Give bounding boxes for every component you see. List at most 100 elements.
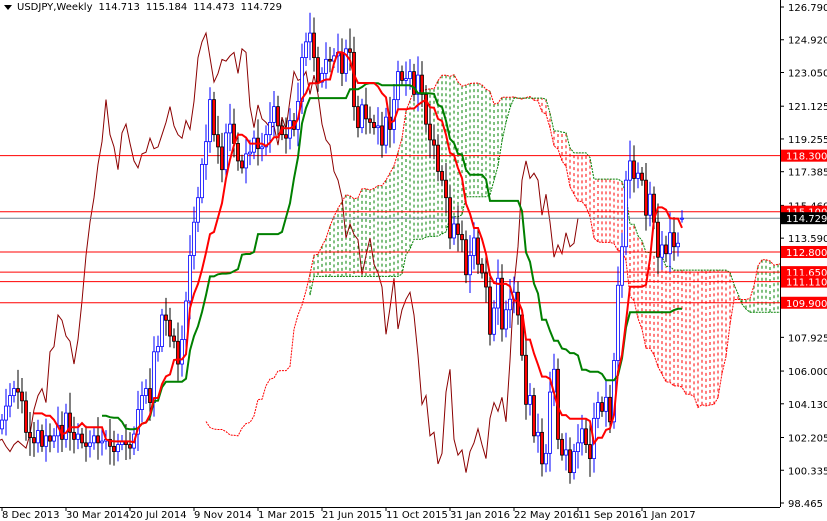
bull-candle xyxy=(76,433,80,440)
open-value: 114.713 xyxy=(98,2,140,13)
bear-candle xyxy=(148,388,152,403)
bull-candle xyxy=(536,431,540,437)
bear-candle xyxy=(540,431,544,465)
bull-candle xyxy=(8,395,12,407)
plot-area xyxy=(0,12,780,484)
bear-candle xyxy=(176,340,180,365)
bear-candle xyxy=(24,400,28,433)
bull-candle xyxy=(92,435,96,444)
bear-candle xyxy=(412,71,416,95)
bear-candle xyxy=(436,144,440,172)
bull-candle xyxy=(344,48,348,74)
bear-candle xyxy=(284,134,288,139)
bull-candle xyxy=(156,346,160,353)
bull-candle xyxy=(248,151,252,155)
bear-candle xyxy=(484,272,488,288)
price-tick-label: 100.335 xyxy=(788,466,827,477)
bear-candle xyxy=(476,237,480,265)
bear-candle xyxy=(432,139,436,146)
bull-candle xyxy=(472,237,476,256)
bear-candle xyxy=(608,396,612,423)
bull-candle xyxy=(272,106,276,123)
bull-candle xyxy=(544,452,548,465)
bull-candle xyxy=(188,255,192,302)
level-price-label: 109.900 xyxy=(786,299,827,310)
bear-candle xyxy=(532,395,536,437)
bear-candle xyxy=(480,263,484,274)
bid-price-label: 114.729 xyxy=(786,214,827,225)
bull-candle xyxy=(596,402,600,419)
bull-candle xyxy=(660,244,664,258)
bull-candle xyxy=(4,405,8,421)
time-tick-label: 31 Jan 2016 xyxy=(450,510,510,521)
bear-candle xyxy=(164,314,168,321)
time-tick-label: 9 Nov 2014 xyxy=(194,510,252,521)
bear-candle xyxy=(456,223,460,235)
bear-candle xyxy=(276,106,280,127)
bull-candle xyxy=(360,104,364,129)
bull-candle xyxy=(528,395,532,405)
bull-candle xyxy=(384,116,388,146)
bull-candle xyxy=(676,242,680,248)
bear-candle xyxy=(588,444,592,460)
bull-candle xyxy=(200,164,204,199)
time-tick-label: 1 Mar 2015 xyxy=(258,510,315,521)
bear-candle xyxy=(348,48,352,53)
bull-candle xyxy=(680,217,684,220)
bear-candle xyxy=(16,388,20,393)
bull-candle xyxy=(616,284,620,361)
bull-candle xyxy=(564,449,568,456)
bear-candle xyxy=(632,160,636,179)
bull-candle xyxy=(620,246,624,286)
bear-candle xyxy=(240,160,244,169)
bear-candle xyxy=(72,431,76,440)
bull-candle xyxy=(208,99,212,143)
bull-candle xyxy=(648,193,652,216)
bear-candle xyxy=(80,433,84,444)
time-tick-label: 21 Jun 2015 xyxy=(322,510,382,521)
bear-candle xyxy=(236,143,240,162)
price-chart[interactable]: 126.790 124.920 123.050 121.125 119.255 117.3… xyxy=(0,0,827,521)
price-tick-label: 113.590 xyxy=(788,234,827,245)
symbol-label: USDJPY,Weekly xyxy=(17,2,93,13)
collapse-triangle-icon[interactable] xyxy=(4,4,12,10)
time-tick-label: 8 Dec 2013 xyxy=(2,510,60,521)
bear-candle xyxy=(112,445,116,453)
bear-candle xyxy=(84,442,88,447)
bear-candle xyxy=(464,239,468,276)
bull-candle xyxy=(260,146,264,150)
bull-candle xyxy=(492,307,496,335)
bear-candle xyxy=(584,428,588,446)
price-tick-label: 119.255 xyxy=(788,135,827,146)
bull-candle xyxy=(468,255,472,276)
bear-candle xyxy=(364,104,368,120)
bull-candle xyxy=(140,395,144,410)
bear-candle xyxy=(372,121,376,129)
chart-window[interactable]: 126.790 124.920 123.050 121.125 119.255 117.3… xyxy=(0,0,827,521)
bull-candle xyxy=(624,179,628,248)
bear-candle xyxy=(448,197,452,239)
level-price-label: 112.800 xyxy=(786,248,827,259)
price-tick-label: 123.050 xyxy=(788,68,827,79)
bear-candle xyxy=(488,286,492,335)
bear-candle xyxy=(356,106,360,129)
bear-candle xyxy=(640,172,644,181)
bear-candle xyxy=(500,277,504,330)
price-tick-label: 126.790 xyxy=(788,3,827,14)
chikou-span-line xyxy=(0,31,579,473)
bear-candle xyxy=(664,244,668,255)
time-tick-label: 22 May 2016 xyxy=(514,510,579,521)
bull-candle xyxy=(628,160,632,181)
chart-header: USDJPY,Weekly 114.713 115.184 114.473 114.72… xyxy=(4,2,288,13)
bull-candle xyxy=(144,388,148,396)
bull-candle xyxy=(408,71,412,80)
bull-candle xyxy=(36,430,40,444)
bull-candle xyxy=(576,442,580,453)
price-tick-label: 102.205 xyxy=(788,434,827,445)
bull-candle xyxy=(0,419,4,430)
price-tick-label: 106.000 xyxy=(788,367,827,378)
bull-candle xyxy=(52,435,56,442)
bull-candle xyxy=(392,99,396,130)
bear-candle xyxy=(560,438,564,456)
bear-candle xyxy=(96,435,100,444)
